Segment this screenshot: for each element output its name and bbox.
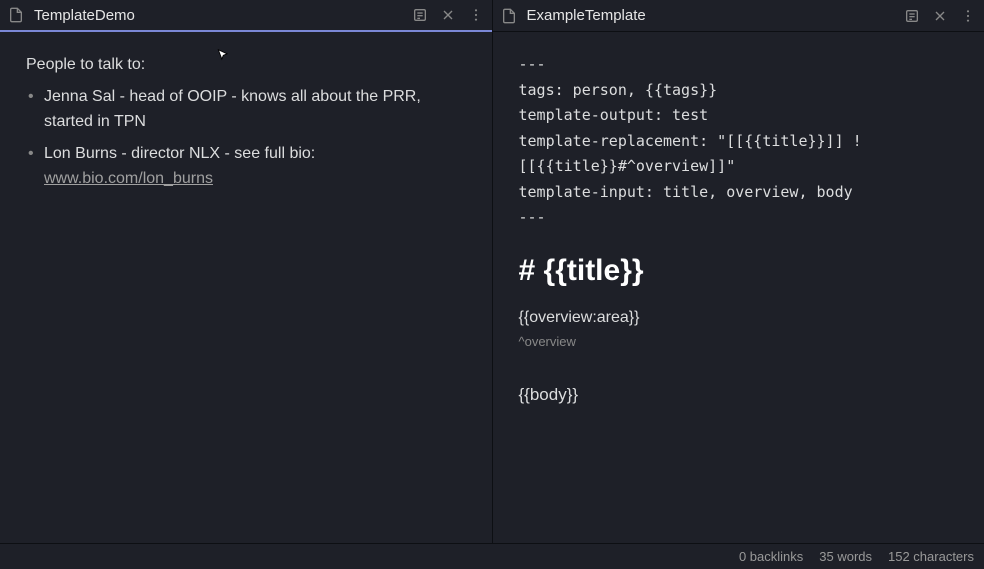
tab-title: TemplateDemo	[34, 7, 412, 24]
external-link[interactable]: www.bio.com/lon_burns	[44, 170, 213, 187]
file-icon	[501, 8, 517, 24]
file-icon	[8, 7, 24, 23]
content-heading: People to talk to:	[26, 52, 466, 78]
list-item: Lon Burns - director NLX - see full bio:…	[26, 141, 466, 192]
tab-actions	[904, 8, 976, 24]
status-backlinks[interactable]: 0 backlinks	[739, 549, 803, 564]
frontmatter-block: --- tags: person, {{tags}} template-outp…	[519, 52, 959, 231]
status-bar: 0 backlinks 35 words 152 characters	[0, 543, 984, 569]
list-item-text: Jenna Sal - head of OOIP - knows all abo…	[44, 88, 421, 131]
overview-ref: ^overview	[519, 332, 959, 353]
reading-mode-icon[interactable]	[904, 8, 920, 24]
tab-header-left[interactable]: TemplateDemo	[0, 0, 492, 32]
more-options-icon[interactable]	[960, 8, 976, 24]
close-icon[interactable]	[932, 8, 948, 24]
overview-placeholder: {{overview:area}}	[519, 305, 959, 331]
close-icon[interactable]	[440, 7, 456, 23]
tab-title: ExampleTemplate	[527, 7, 905, 24]
template-h1: # {{title}}	[519, 247, 959, 295]
reading-mode-icon[interactable]	[412, 7, 428, 23]
pane-left: TemplateDemo	[0, 0, 493, 543]
tab-actions	[412, 7, 484, 23]
pane-right: ExampleTemplate	[493, 0, 984, 543]
status-words[interactable]: 35 words	[819, 549, 872, 564]
status-chars[interactable]: 152 characters	[888, 549, 974, 564]
bullet-list: Jenna Sal - head of OOIP - knows all abo…	[26, 84, 466, 192]
editor-content-right[interactable]: --- tags: person, {{tags}} template-outp…	[493, 32, 984, 543]
list-item-text: Lon Burns - director NLX - see full bio:	[44, 145, 315, 162]
tab-header-right[interactable]: ExampleTemplate	[493, 0, 984, 32]
list-item: Jenna Sal - head of OOIP - knows all abo…	[26, 84, 466, 135]
body-placeholder: {{body}}	[519, 381, 959, 408]
more-options-icon[interactable]	[468, 7, 484, 23]
editor-content-left[interactable]: People to talk to: Jenna Sal - head of O…	[0, 32, 492, 543]
